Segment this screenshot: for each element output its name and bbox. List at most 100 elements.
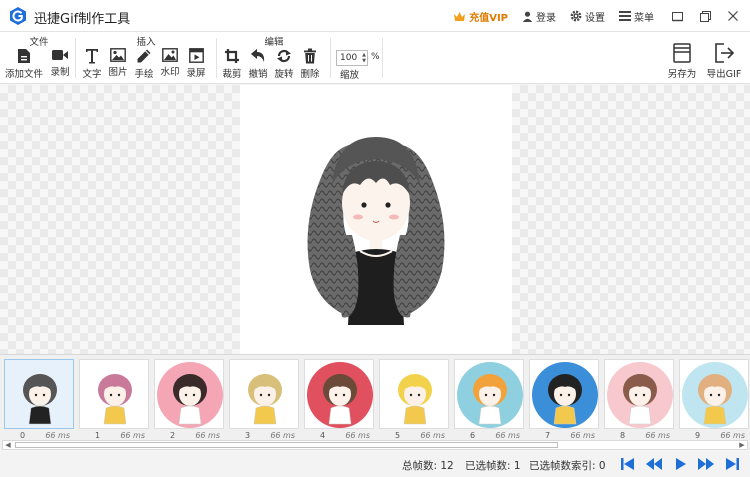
frame-duration[interactable]: 66 ms (420, 431, 445, 440)
app-title: 迅捷Gif制作工具 (34, 12, 131, 27)
girl-thumbnail (457, 362, 523, 428)
separator (382, 38, 383, 78)
login-label: 登录 (536, 12, 556, 24)
frame-thumbnail[interactable]: 3 66 ms (229, 359, 299, 440)
frame-duration[interactable]: 66 ms (495, 431, 520, 440)
trash-icon (304, 48, 316, 64)
frame-index: 6 (470, 431, 476, 440)
frame-thumbnail[interactable]: 0 66 ms (4, 359, 74, 440)
frame-thumbnail[interactable]: 1 66 ms (79, 359, 149, 440)
vip-button[interactable]: 充值VIP (453, 9, 508, 24)
minimize-icon (671, 11, 683, 21)
edit-group: 编辑 裁剪 撤销 旋转 删除 (218, 34, 330, 82)
prev-frame-button[interactable] (646, 457, 662, 471)
total-frames-text: 总帧数: 12 (402, 460, 454, 472)
zoom-spinner-icon[interactable]: ▲ ▼ (362, 52, 366, 64)
frame-duration[interactable]: 66 ms (570, 431, 595, 440)
image-icon (110, 48, 126, 62)
frame-strip-scrollbar[interactable]: ◀ ▶ (2, 440, 748, 450)
selected-frames-text: 已选帧数: 1 (465, 460, 521, 472)
current-frame-image[interactable] (240, 85, 512, 354)
save-as-label: 另存为 (667, 69, 697, 80)
app-window: 迅捷Gif制作工具 充值VIP 登录 设置 菜单 文件 添加文件 录制 插入 文… (0, 0, 750, 477)
girl-thumbnail (157, 362, 223, 428)
settings-button[interactable]: 设置 (570, 9, 605, 24)
delete-button[interactable]: 删除 (298, 48, 322, 80)
frame-thumbnail-image (4, 359, 74, 429)
frame-duration[interactable]: 66 ms (720, 431, 745, 440)
last-frame-button[interactable] (724, 457, 740, 471)
user-icon (522, 11, 533, 22)
zoom-unit: % (371, 52, 380, 62)
girl-thumbnail (682, 362, 748, 428)
frame-thumbnail[interactable]: 9 66 ms (679, 359, 749, 440)
add-file-label: 添加文件 (4, 69, 43, 80)
hamburger-icon (619, 11, 631, 21)
girl-thumbnail (248, 374, 282, 425)
zoom-value: 100 (340, 53, 358, 63)
export-gif-button[interactable]: 导出GIF (704, 42, 744, 80)
insert-group: 插入 文字 图片 手绘 水印 录屏 (76, 34, 216, 82)
scroll-left-icon[interactable]: ◀ (3, 441, 13, 449)
minimize-button[interactable] (664, 0, 690, 32)
screen-record-button[interactable]: 录屏 (184, 48, 208, 79)
frame-strip: 0 66 ms 1 66 ms 2 66 ms 3 66 ms 4 66 ms 5 66 ms 6 66 … (0, 354, 750, 450)
text-icon (86, 49, 98, 64)
close-button[interactable] (720, 0, 746, 32)
crown-icon (454, 11, 466, 21)
menu-button[interactable]: 菜单 (619, 9, 654, 24)
frame-duration[interactable]: 66 ms (645, 431, 670, 440)
girl-thumbnail (23, 374, 57, 425)
girl-illustration (307, 137, 445, 325)
restore-icon (699, 10, 711, 22)
frame-index: 0 (20, 431, 26, 440)
frame-duration[interactable]: 66 ms (45, 431, 70, 440)
frame-index: 7 (545, 431, 551, 440)
rotate-icon (277, 49, 291, 63)
play-button[interactable] (673, 457, 689, 471)
frame-duration[interactable]: 66 ms (120, 431, 145, 440)
frame-thumbnail[interactable]: 8 66 ms (604, 359, 674, 440)
scroll-right-icon[interactable]: ▶ (737, 441, 747, 449)
export-icon (715, 43, 735, 63)
selected-index-text: 已选帧数索引: 0 (529, 460, 606, 472)
frame-thumbnail[interactable]: 7 66 ms (529, 359, 599, 440)
file-group-title: 文件 (29, 37, 49, 48)
frame-thumbnail-image (604, 359, 674, 429)
pencil-icon (137, 49, 151, 63)
frame-thumbnail[interactable]: 2 66 ms (154, 359, 224, 440)
scrollbar-thumb[interactable] (15, 442, 558, 448)
record-button[interactable]: 录制 (48, 48, 72, 78)
edit-group-title: 编辑 (264, 37, 284, 48)
first-frame-button[interactable] (620, 457, 636, 471)
export-gif-label: 导出GIF (706, 69, 742, 80)
maximize-button[interactable] (692, 0, 718, 32)
frame-index: 8 (620, 431, 626, 440)
frame-thumbnail-image (679, 359, 749, 429)
frame-duration[interactable]: 66 ms (345, 431, 370, 440)
girl-thumbnail (398, 374, 432, 425)
frame-thumbnail[interactable]: 6 66 ms (454, 359, 524, 440)
close-icon (728, 11, 738, 21)
frame-index: 5 (395, 431, 401, 440)
watermark-icon (162, 48, 178, 62)
save-as-icon (673, 43, 691, 63)
next-frame-button[interactable] (698, 457, 714, 471)
frame-thumbnail[interactable]: 5 66 ms (379, 359, 449, 440)
login-button[interactable]: 登录 (522, 9, 556, 24)
film-icon (188, 48, 204, 63)
frame-thumbnail-image (79, 359, 149, 429)
canvas-area[interactable] (0, 85, 750, 354)
add-file-button[interactable]: 添加文件 (5, 48, 43, 80)
frame-thumbnail-image (454, 359, 524, 429)
zoom-input[interactable]: 100 ▲ ▼ (336, 50, 368, 66)
vip-label: 充值VIP (469, 12, 508, 24)
status-bar: 总帧数: 12 已选帧数: 1 已选帧数索引: 0 (0, 451, 750, 477)
frame-duration[interactable]: 66 ms (195, 431, 220, 440)
frame-thumbnail[interactable]: 4 66 ms (304, 359, 374, 440)
gear-icon (570, 10, 582, 22)
frame-thumbnail-image (229, 359, 299, 429)
save-as-button[interactable]: 另存为 (662, 42, 702, 80)
frame-duration[interactable]: 66 ms (270, 431, 295, 440)
frame-index: 9 (695, 431, 701, 440)
